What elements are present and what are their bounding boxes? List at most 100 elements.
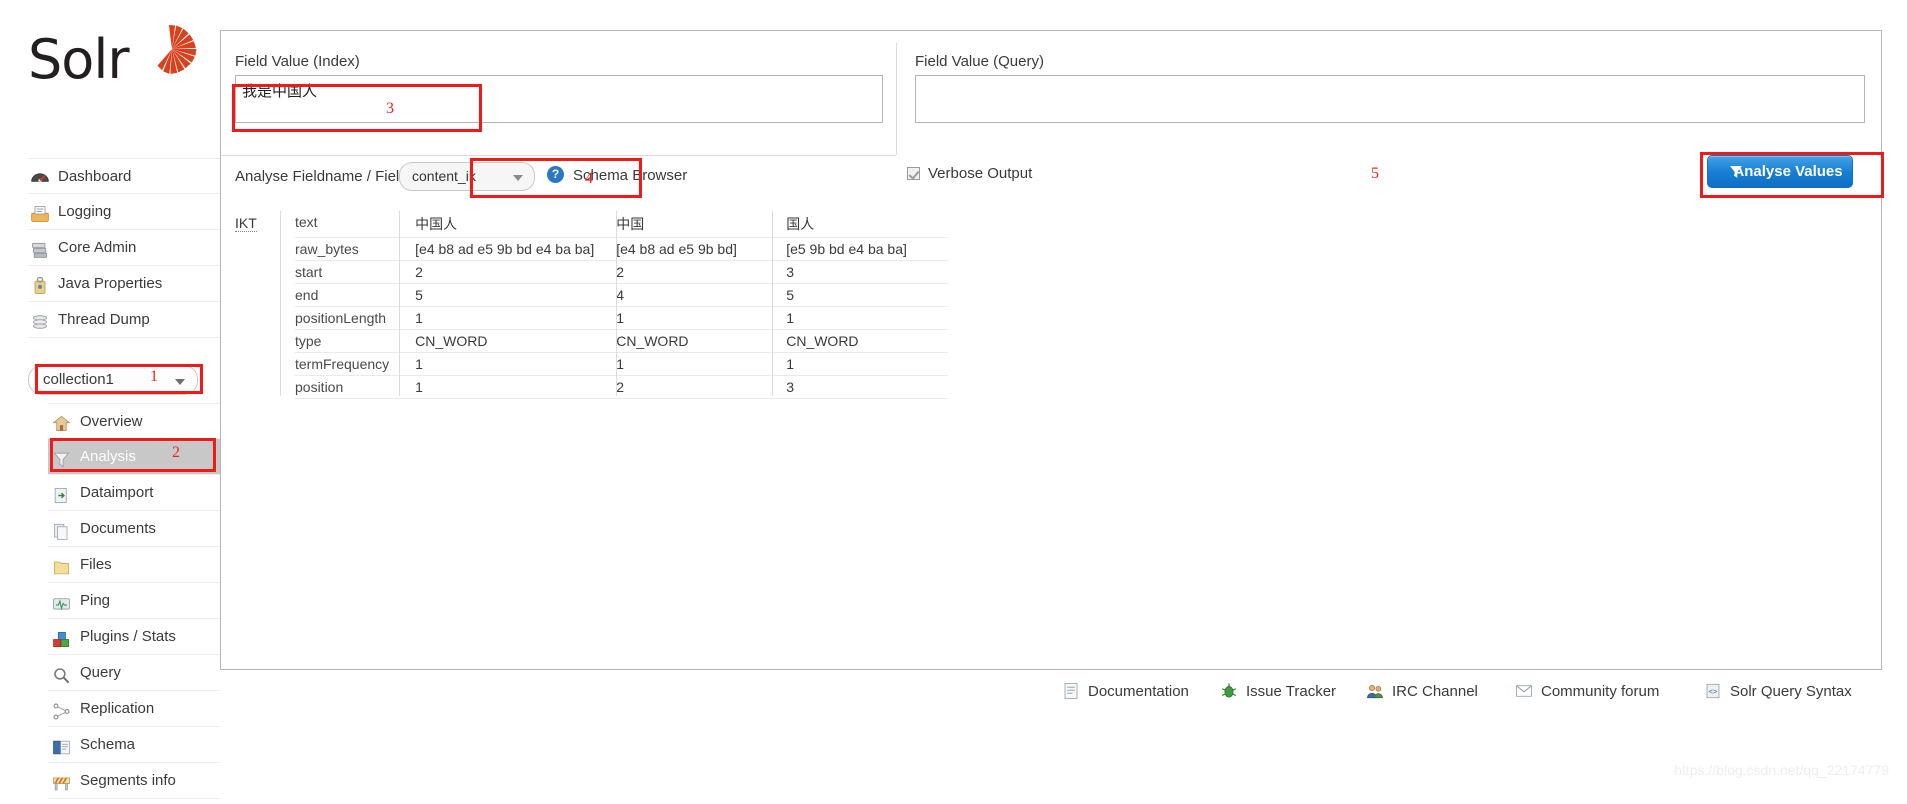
sidebar-item-label: Thread Dump — [58, 311, 150, 328]
checkbox-icon[interactable] — [907, 167, 920, 180]
row-key: raw_bytes — [295, 237, 408, 261]
token-value: CN_WORD — [778, 329, 949, 353]
home-icon — [52, 411, 74, 432]
sidebar-item-segments-info[interactable]: Segments info — [48, 763, 220, 799]
table-row: text 中国人 中国 国人 — [295, 211, 949, 238]
core-selector[interactable]: collection1 — [28, 365, 198, 395]
table-row: position 1 2 3 — [295, 375, 949, 399]
field-value-index-input[interactable] — [235, 75, 883, 123]
sidebar-item-dashboard[interactable]: Dashboard — [28, 158, 220, 194]
field-value-query-label: Field Value (Query) — [915, 53, 1044, 70]
table-row: type CN_WORD CN_WORD CN_WORD — [295, 329, 949, 353]
bug-icon — [1220, 682, 1238, 700]
analysis-result-table: text 中国人 中国 国人 raw_bytes [e4 b8 ad e5 9b… — [295, 211, 949, 399]
token-value: [e4 b8 ad e5 9b bd e4 ba ba] — [407, 237, 609, 261]
analyse-values-button[interactable]: Analyse Values — [1707, 155, 1853, 188]
row-key: type — [295, 329, 408, 353]
sidebar-item-schema[interactable]: Schema — [48, 727, 220, 763]
footer-link-irc-channel[interactable]: IRC Channel — [1366, 682, 1478, 700]
sidebar-item-query[interactable]: Query — [48, 655, 220, 691]
sidebar-item-analysis[interactable]: Analysis — [48, 439, 220, 475]
chevron-down-icon — [175, 379, 185, 385]
verbose-output-label: Verbose Output — [928, 165, 1033, 182]
solr-logo[interactable]: Solr — [28, 25, 198, 102]
row-divider — [221, 155, 896, 156]
fieldtype-select-value: content_ik — [412, 168, 476, 184]
verbose-output-toggle[interactable]: Verbose Output — [907, 165, 1032, 182]
sidebar-item-label: Dashboard — [58, 168, 132, 185]
table-row: start 2 2 3 — [295, 260, 949, 284]
footer-link-community-forum[interactable]: Community forum — [1515, 682, 1659, 700]
java-properties-icon — [30, 274, 52, 294]
footer-link-label: IRC Channel — [1392, 683, 1478, 700]
logging-icon — [30, 202, 52, 222]
dashboard-icon — [30, 166, 52, 186]
sidebar-item-label: Files — [80, 556, 112, 573]
sidebar-item-files[interactable]: Files — [48, 547, 220, 583]
token-value: 2 — [407, 260, 609, 284]
help-icon[interactable]: ? — [547, 166, 564, 183]
sidebar-item-documents[interactable]: Documents — [48, 511, 220, 547]
funnel-icon — [1730, 166, 1742, 178]
table-row: raw_bytes [e4 b8 ad e5 9b bd e4 ba ba] [… — [295, 237, 949, 261]
sidebar-item-ping[interactable]: Ping — [48, 583, 220, 619]
footer-link-solr-query-syntax[interactable]: <> Solr Query Syntax — [1704, 682, 1852, 700]
core-admin-icon — [30, 238, 52, 258]
table-row: termFrequency 1 1 1 — [295, 352, 949, 376]
sidebar-item-thread-dump[interactable]: Thread Dump — [28, 302, 220, 338]
sidebar-global-nav: Dashboard Logging Core Admin Java Proper… — [28, 158, 220, 338]
token-value: CN_WORD — [608, 329, 779, 353]
field-value-index-label: Field Value (Index) — [235, 53, 360, 70]
sidebar-item-overview[interactable]: Overview — [48, 403, 220, 439]
token-value: 2 — [608, 260, 779, 284]
token-value: 4 — [608, 283, 779, 307]
token-value: [e4 b8 ad e5 9b bd] — [608, 237, 779, 261]
fieldtype-select[interactable]: content_ik — [399, 162, 535, 191]
core-selector-wrap: collection1 — [28, 365, 198, 395]
token-value: 3 — [778, 375, 949, 399]
field-value-query-input[interactable] — [915, 75, 1865, 123]
schema-browser-link[interactable]: Schema Browser — [573, 167, 687, 184]
table-row: positionLength 1 1 1 — [295, 306, 949, 330]
sidebar-item-label: Replication — [80, 700, 155, 717]
sidebar-item-label: Dataimport — [80, 484, 154, 501]
documents-icon — [52, 519, 74, 540]
row-key: termFrequency — [295, 352, 408, 376]
token-value: 5 — [407, 283, 609, 307]
chevron-down-icon — [513, 175, 523, 181]
row-key: start — [295, 260, 408, 284]
footer-link-issue-tracker[interactable]: Issue Tracker — [1220, 682, 1336, 700]
book-icon — [52, 735, 74, 755]
sidebar-item-plugins-stats[interactable]: Plugins / Stats — [48, 619, 220, 655]
sidebar-item-label: Ping — [80, 592, 111, 609]
sidebar-item-logging[interactable]: Logging — [28, 194, 220, 230]
folder-icon — [52, 555, 74, 575]
sidebar-item-core-admin[interactable]: Core Admin — [28, 230, 220, 266]
solr-admin-page: Solr Dashboard Logging Core Admin Java P… — [0, 0, 1907, 804]
column-separator — [399, 211, 400, 396]
token-value: 5 — [778, 283, 949, 307]
token-value: 1 — [407, 306, 609, 330]
sidebar-item-label: Core Admin — [58, 239, 137, 256]
footer-link-documentation[interactable]: Documentation — [1062, 682, 1189, 700]
ping-icon — [52, 591, 74, 611]
sidebar-item-label: Schema — [80, 736, 136, 753]
table-row: end 5 4 5 — [295, 283, 949, 307]
sidebar-item-label: Plugins / Stats — [80, 628, 176, 645]
footer-link-label: Issue Tracker — [1246, 683, 1337, 700]
footer-link-label: Solr Query Syntax — [1730, 683, 1852, 700]
envelope-icon — [1515, 682, 1533, 700]
dataimport-icon — [52, 483, 74, 503]
token-value: 1 — [608, 352, 779, 376]
footer-link-label: Documentation — [1088, 683, 1189, 700]
analyse-values-label: Analyse Values — [1733, 163, 1843, 180]
code-icon: <> — [1704, 682, 1722, 700]
token-value: 中国 — [608, 211, 779, 238]
token-value: 1 — [407, 375, 609, 399]
sidebar-item-dataimport[interactable]: Dataimport — [48, 475, 220, 511]
sidebar-item-replication[interactable]: Replication — [48, 691, 220, 727]
plugins-icon — [52, 627, 74, 647]
token-value: [e5 9b bd e4 ba ba] — [778, 237, 949, 261]
footer-link-label: Community forum — [1541, 683, 1660, 700]
sidebar-item-java-properties[interactable]: Java Properties — [28, 266, 220, 302]
